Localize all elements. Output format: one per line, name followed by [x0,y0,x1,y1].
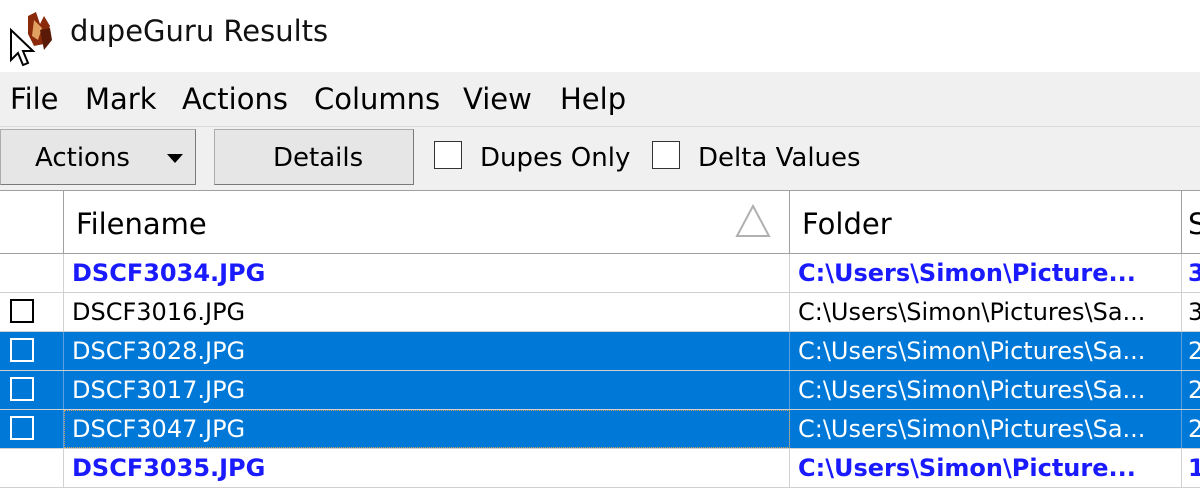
row-mark-checkbox[interactable] [10,299,34,323]
folder-cell: C:\Users\Simon\Pictures\Sa... [790,410,1182,448]
size-cell: 3 [1188,259,1200,287]
row-mark-checkbox[interactable] [10,416,34,440]
size-cell: 2 [1188,376,1200,404]
toolbar: Actions Details Dupes Only Delta Values [0,126,1200,191]
size-cell: 1 [1188,454,1200,482]
row-marker-cell [0,410,64,448]
mouse-cursor-icon [10,28,36,67]
table-row[interactable]: DSCF3047.JPG C:\Users\Simon\Pictures\Sa.… [0,410,1200,449]
filename-cell: DSCF3047.JPG [64,410,790,448]
row-marker-cell [0,371,64,409]
filename-cell: DSCF3035.JPG [64,449,790,487]
folder-cell: C:\Users\Simon\Picture... [790,449,1182,487]
chevron-down-icon [167,154,183,163]
folder-cell: C:\Users\Simon\Picture... [790,254,1182,292]
row-marker-cell [0,254,64,292]
size-header-label: S [1188,207,1200,241]
table-row[interactable]: DSCF3017.JPG C:\Users\Simon\Pictures\Sa.… [0,371,1200,410]
menu-mark[interactable]: Mark [85,82,157,116]
folder-header-label: Folder [802,207,892,241]
row-mark-checkbox[interactable] [10,338,34,362]
table-row[interactable]: DSCF3016.JPG C:\Users\Simon\Pictures\Sa.… [0,293,1200,332]
window-title: dupeGuru Results [70,14,329,48]
folder-cell: C:\Users\Simon\Pictures\Sa... [790,332,1182,370]
menu-columns[interactable]: Columns [314,82,440,116]
menu-help[interactable]: Help [560,82,626,116]
actions-dropdown-button[interactable]: Actions [0,129,196,185]
actions-button-label: Actions [35,143,130,173]
menu-view[interactable]: View [463,82,532,116]
row-marker-cell [0,293,64,331]
dupes-only-label[interactable]: Dupes Only [480,143,630,173]
delta-values-label[interactable]: Delta Values [698,143,861,173]
title-bar: dupeGuru Results [0,0,1200,72]
column-header-filename[interactable]: Filename [64,191,790,253]
sort-ascending-icon [735,203,771,237]
folder-cell: C:\Users\Simon\Pictures\Sa... [790,293,1182,331]
menu-actions[interactable]: Actions [182,82,288,116]
filename-cell: DSCF3034.JPG [64,254,790,292]
dupes-only-checkbox[interactable] [434,141,462,169]
filename-header-label: Filename [76,207,207,241]
size-cell: 2 [1188,337,1200,365]
table-row[interactable]: DSCF3035.JPG C:\Users\Simon\Picture... 1 [0,449,1200,488]
filename-cell: DSCF3016.JPG [64,293,790,331]
menu-file[interactable]: File [10,82,59,116]
column-header-marker[interactable] [0,191,64,253]
column-header-folder[interactable]: Folder [790,191,1182,253]
filename-cell: DSCF3017.JPG [64,371,790,409]
table-row[interactable]: DSCF3034.JPG C:\Users\Simon\Picture... 3 [0,254,1200,293]
details-button[interactable]: Details [214,129,414,185]
row-mark-checkbox[interactable] [10,377,34,401]
table-row[interactable]: DSCF3028.JPG C:\Users\Simon\Pictures\Sa.… [0,332,1200,371]
results-table: Filename Folder S DSCF3034.JPG C:\Users\… [0,190,1200,492]
column-header-size[interactable]: S [1182,191,1200,253]
row-marker-cell [0,332,64,370]
table-header: Filename Folder S [0,190,1200,254]
filename-cell: DSCF3028.JPG [64,332,790,370]
folder-cell: C:\Users\Simon\Pictures\Sa... [790,371,1182,409]
size-cell: 3 [1188,298,1200,326]
delta-values-checkbox[interactable] [652,141,680,169]
size-cell: 2 [1188,415,1200,443]
details-button-label: Details [273,143,364,173]
menu-bar: File Mark Actions Columns View Help [0,72,1200,126]
row-marker-cell [0,449,64,487]
